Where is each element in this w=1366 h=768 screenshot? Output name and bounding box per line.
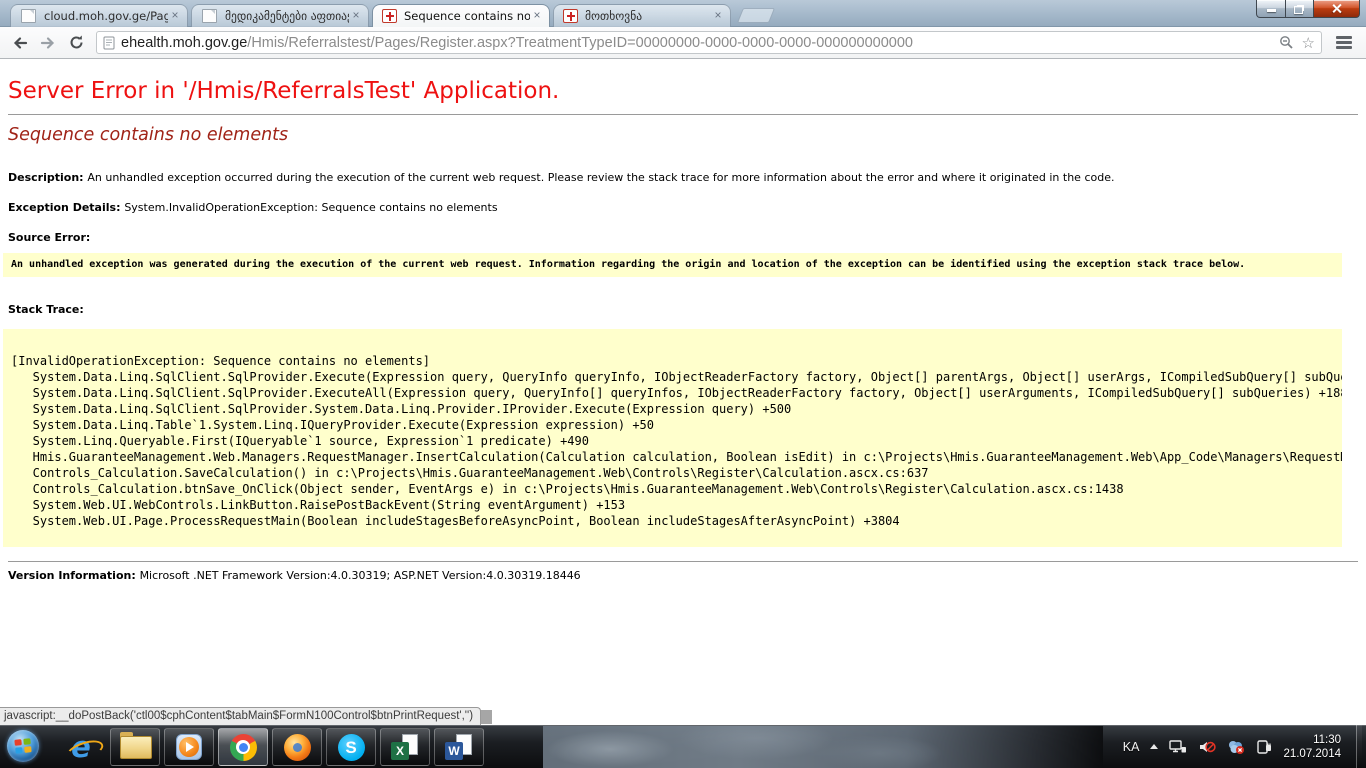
windows-logo-icon xyxy=(7,730,39,762)
bookmark-star-icon[interactable]: ☆ xyxy=(1302,34,1315,52)
source-error-box: An unhandled exception was generated dur… xyxy=(3,253,1342,277)
taskbar-internet-explorer-button[interactable]: e xyxy=(56,728,106,766)
reload-button[interactable] xyxy=(62,30,90,56)
stack-trace-box: [InvalidOperationException: Sequence con… xyxy=(3,329,1342,547)
reload-icon xyxy=(68,34,85,51)
taskbar-glass-area xyxy=(543,726,1103,768)
exception-details-line: Exception Details: System.InvalidOperati… xyxy=(8,201,1358,214)
show-desktop-button[interactable] xyxy=(1356,725,1362,768)
restore-button[interactable] xyxy=(1286,0,1314,18)
tab-title: მოთხოვნა xyxy=(585,9,711,23)
excel-icon: X xyxy=(391,734,419,760)
exception-label: Exception Details: xyxy=(8,201,124,214)
source-error-line: Source Error: xyxy=(8,231,1358,244)
desktop: cloud.moh.gov.ge/Pages/ × მედიკამენტები … xyxy=(0,0,1366,768)
tab-title: cloud.moh.gov.ge/Pages/ xyxy=(44,9,168,23)
tab-close-icon[interactable]: × xyxy=(168,9,182,23)
address-bar[interactable]: ehealth.moh.gov.ge/Hmis/Referralstest/Pa… xyxy=(96,31,1322,54)
version-text: Microsoft .NET Framework Version:4.0.303… xyxy=(140,569,581,582)
url-domain: ehealth.moh.gov.ge xyxy=(121,35,247,51)
divider xyxy=(8,561,1358,562)
tab-close-icon[interactable]: × xyxy=(530,9,544,23)
taskbar: e S X W KA xyxy=(0,725,1366,768)
taskbar-word-button[interactable]: W xyxy=(434,728,484,766)
taskbar-excel-button[interactable]: X xyxy=(380,728,430,766)
browser-toolbar: ehealth.moh.gov.ge/Hmis/Referralstest/Pa… xyxy=(0,27,1366,59)
error-subtitle: Sequence contains no elements xyxy=(8,125,1358,145)
chrome-icon xyxy=(230,734,257,761)
minimize-button[interactable] xyxy=(1256,0,1286,18)
clock-date: 21.07.2014 xyxy=(1283,747,1341,761)
page-title: Server Error in '/Hmis/ReferralsTest' Ap… xyxy=(8,78,1358,104)
taskbar-apps: e S X W xyxy=(56,726,484,768)
hidden-icons-arrow-icon[interactable] xyxy=(1150,744,1158,749)
tab-strip: cloud.moh.gov.ge/Pages/ × მედიკამენტები … xyxy=(0,0,1366,27)
exception-text: System.InvalidOperationException: Sequen… xyxy=(124,201,497,214)
menu-button[interactable] xyxy=(1328,30,1360,56)
restore-icon xyxy=(1294,6,1303,14)
clock[interactable]: 11:30 21.07.2014 xyxy=(1283,733,1345,761)
stack-trace-label: Stack Trace: xyxy=(8,303,84,316)
tab-close-icon[interactable]: × xyxy=(349,9,363,23)
stack-trace-line: Stack Trace: xyxy=(8,303,1358,316)
source-error-label: Source Error: xyxy=(8,231,90,244)
clock-time: 11:30 xyxy=(1283,733,1341,747)
source-error-text: An unhandled exception was generated dur… xyxy=(11,259,1245,270)
forward-button[interactable] xyxy=(34,30,62,56)
url-text: ehealth.moh.gov.ge/Hmis/Referralstest/Pa… xyxy=(121,35,1279,51)
stack-trace-text: [InvalidOperationException: Sequence con… xyxy=(11,353,1334,529)
firefox-icon xyxy=(284,734,311,761)
tab-title: მედიკამენტები აფთიაქ xyxy=(225,9,349,23)
volume-muted-icon[interactable] xyxy=(1198,739,1216,755)
language-indicator[interactable]: KA xyxy=(1123,740,1140,754)
network-icon[interactable] xyxy=(1169,739,1187,755)
tab-medicaments[interactable]: მედიკამენტები აფთიაქ × xyxy=(191,4,369,27)
new-tab-button[interactable] xyxy=(737,8,775,23)
close-button[interactable] xyxy=(1314,0,1360,18)
page-favicon-icon xyxy=(21,9,36,23)
system-tray: KA 11:30 21.07.2014 xyxy=(1123,725,1362,768)
status-link-text: javascript:__doPostBack('ctl00$cphConten… xyxy=(4,710,473,722)
back-arrow-icon xyxy=(11,35,29,51)
close-icon xyxy=(1331,3,1342,14)
status-bar: javascript:__doPostBack('ctl00$cphConten… xyxy=(0,707,481,725)
taskbar-skype-button[interactable]: S xyxy=(326,728,376,766)
divider xyxy=(8,114,1358,115)
taskbar-firefox-button[interactable] xyxy=(272,728,322,766)
start-button[interactable] xyxy=(7,730,41,764)
taskbar-explorer-button[interactable] xyxy=(110,728,160,766)
app-error-icon[interactable] xyxy=(1227,739,1245,755)
back-button[interactable] xyxy=(6,30,34,56)
tab-sequence-error-active[interactable]: Sequence contains no ele × xyxy=(372,4,550,27)
version-label: Version Information: xyxy=(8,569,140,582)
word-icon: W xyxy=(445,734,473,760)
description-text: An unhandled exception occurred during t… xyxy=(87,171,1114,184)
tab-close-icon[interactable]: × xyxy=(711,9,725,23)
page-favicon-icon xyxy=(202,9,217,23)
tab-title: Sequence contains no ele xyxy=(404,9,530,23)
taskbar-media-player-button[interactable] xyxy=(164,728,214,766)
description-line: Description: An unhandled exception occu… xyxy=(8,171,1358,184)
error-page: Server Error in '/Hmis/ReferralsTest' Ap… xyxy=(0,60,1366,725)
forward-arrow-icon xyxy=(39,35,57,51)
description-label: Description: xyxy=(8,171,87,184)
skype-icon: S xyxy=(338,734,365,761)
minimize-icon xyxy=(1267,9,1276,12)
taskbar-chrome-button[interactable] xyxy=(218,728,268,766)
page-icon[interactable] xyxy=(103,36,115,50)
internet-explorer-icon: e xyxy=(71,733,91,761)
georgia-emblem-favicon-icon xyxy=(382,9,397,23)
window-controls xyxy=(1256,0,1360,18)
device-icon[interactable] xyxy=(1256,739,1272,755)
folder-icon xyxy=(120,736,150,758)
tab-cloud-moh[interactable]: cloud.moh.gov.ge/Pages/ × xyxy=(10,4,188,27)
url-path: /Hmis/Referralstest/Pages/Register.aspx?… xyxy=(247,35,913,51)
zoom-icon[interactable] xyxy=(1279,35,1294,50)
media-player-icon xyxy=(175,733,203,761)
tab-request[interactable]: მოთხოვნა × xyxy=(553,4,731,27)
version-info-line: Version Information: Microsoft .NET Fram… xyxy=(8,569,1358,582)
georgia-emblem-favicon-icon xyxy=(563,9,578,23)
